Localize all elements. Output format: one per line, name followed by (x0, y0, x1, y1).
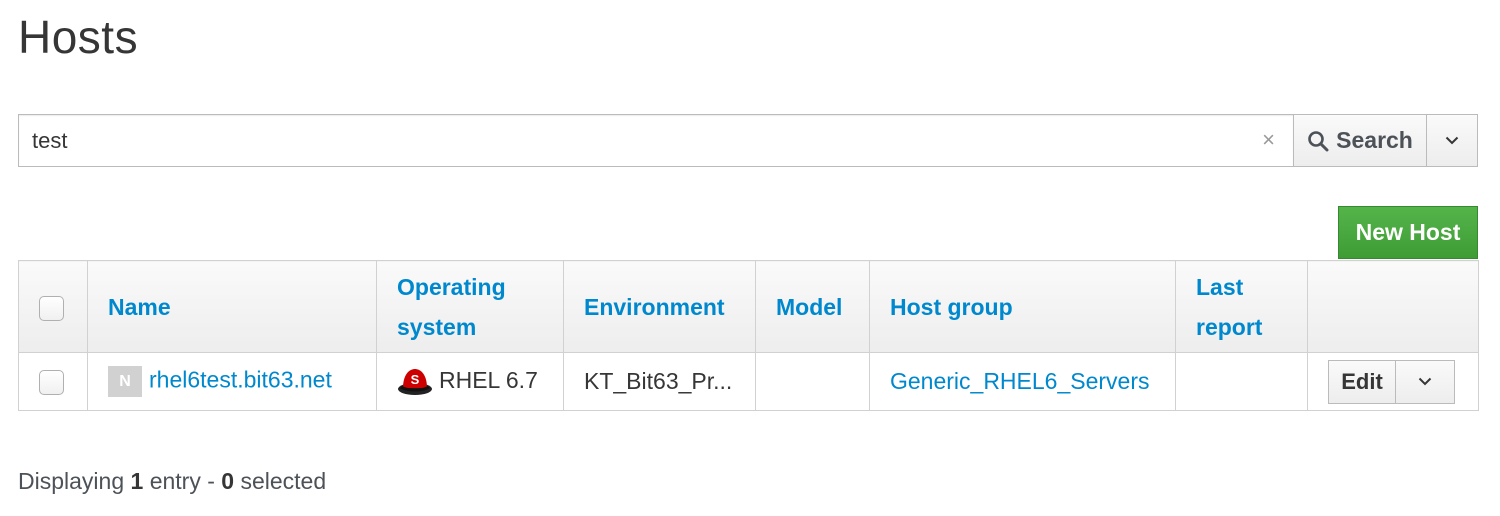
model-cell (755, 352, 870, 411)
search-button-label: Search (1336, 127, 1413, 153)
svg-text:S: S (411, 372, 420, 387)
select-all-checkbox[interactable] (39, 295, 64, 321)
close-icon[interactable]: × (1262, 127, 1275, 153)
environment-cell: KT_Bit63_Pr... (563, 352, 756, 411)
page: Hosts × Search New Host (0, 0, 1500, 516)
search-input[interactable] (19, 115, 1219, 166)
pagination-summary: Displaying 1 entry - 0 selected (18, 468, 326, 495)
chevron-down-icon (1418, 377, 1432, 386)
entry-count: 1 (130, 468, 144, 494)
chevron-down-icon (1445, 136, 1459, 145)
page-title: Hosts (18, 11, 139, 63)
select-all-cell (18, 260, 88, 353)
column-header-environment[interactable]: Environment (563, 260, 756, 353)
host-name-cell: Nrhel6test.bit63.net (87, 352, 377, 411)
hosts-table: Name Operating system Environment Model … (18, 260, 1479, 411)
os-cell: S RHEL 6.7 (376, 352, 564, 411)
column-header-os[interactable]: Operating system (376, 260, 564, 353)
row-checkbox[interactable] (39, 370, 64, 396)
column-header-host-group[interactable]: Host group (869, 260, 1176, 353)
host-group-cell: Generic_RHEL6_Servers (869, 352, 1176, 411)
last-report-cell (1175, 352, 1308, 411)
edit-button[interactable]: Edit (1329, 360, 1396, 403)
os-name: RHEL 6.7 (439, 366, 538, 393)
column-header-last-report[interactable]: Last report (1175, 260, 1308, 353)
summary-prefix: Displaying (18, 468, 125, 494)
host-status-badge: N (108, 366, 142, 397)
search-icon (1308, 130, 1329, 151)
host-name-link[interactable]: rhel6test.bit63.net (149, 367, 332, 393)
row-actions-dropdown[interactable] (1396, 361, 1454, 403)
column-header-name[interactable]: Name (87, 260, 377, 353)
search-button[interactable]: Search (1293, 114, 1427, 167)
selected-count: 0 (221, 468, 235, 494)
redhat-logo-icon: S (398, 368, 432, 395)
actions-cell: Edit (1307, 352, 1479, 411)
table-header-row: Name Operating system Environment Model … (18, 260, 1479, 353)
host-group-link[interactable]: Generic_RHEL6_Servers (890, 368, 1150, 394)
table-row: Nrhel6test.bit63.net S RHEL 6.7 KT_Bit63… (18, 352, 1479, 411)
search-options-button[interactable] (1426, 114, 1478, 167)
new-host-button[interactable]: New Host (1338, 206, 1478, 259)
column-header-actions (1307, 260, 1479, 353)
summary-mid: entry - (149, 468, 215, 494)
row-select-cell (18, 352, 88, 411)
summary-suffix: selected (240, 468, 327, 494)
search-field[interactable]: × (18, 114, 1294, 167)
column-header-model[interactable]: Model (755, 260, 870, 353)
edit-button-group: Edit (1328, 359, 1455, 404)
